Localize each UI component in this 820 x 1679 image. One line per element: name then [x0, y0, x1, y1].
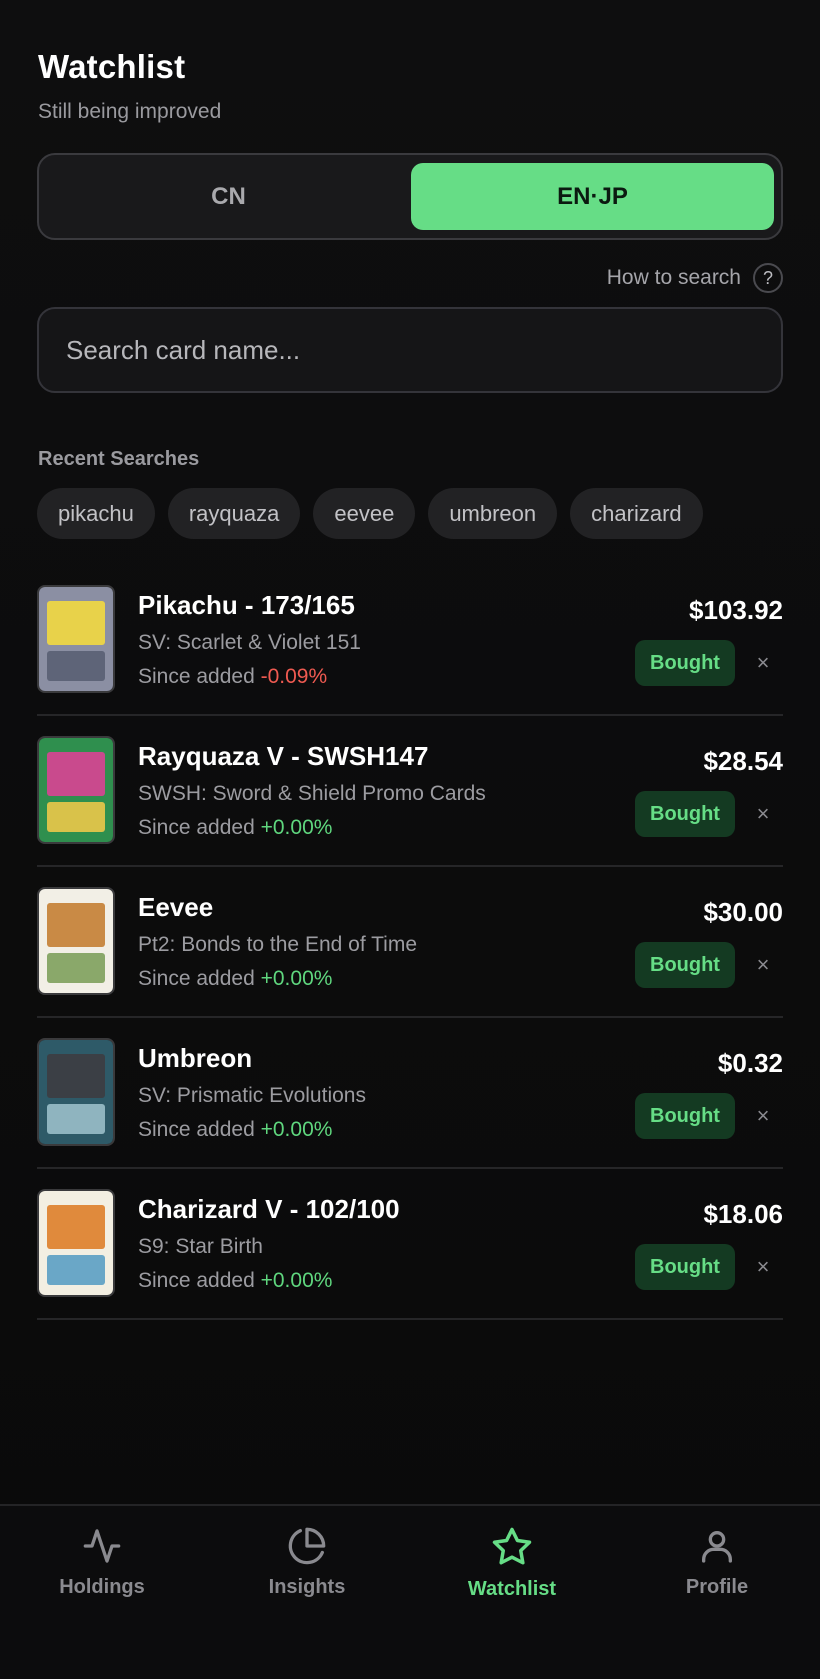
card-price: $28.54 [703, 746, 783, 776]
watchlist: Pikachu - 173/165 SV: Scarlet & Violet 1… [37, 565, 783, 1320]
watchlist-item[interactable]: Pikachu - 173/165 SV: Scarlet & Violet 1… [37, 565, 783, 716]
card-name: Pikachu - 173/165 [138, 590, 355, 620]
search-box [37, 307, 783, 393]
card-name: Umbreon [138, 1043, 253, 1073]
bought-button[interactable]: Bought [635, 1093, 735, 1139]
card-name: Charizard V - 102/100 [138, 1194, 400, 1224]
card-thumbnail [37, 585, 115, 693]
activity-icon [83, 1529, 121, 1563]
close-icon[interactable]: × [751, 1099, 775, 1133]
region-toggle: CN EN·JP [37, 153, 783, 240]
bought-button[interactable]: Bought [635, 640, 735, 686]
since-added-label: Since added [138, 1118, 255, 1141]
card-price: $30.00 [703, 897, 783, 927]
watchlist-item[interactable]: Umbreon SV: Prismatic Evolutions Since a… [37, 1018, 783, 1169]
close-icon[interactable]: × [751, 948, 775, 982]
recent-search-chip[interactable]: pikachu [37, 488, 155, 539]
question-icon: ? [753, 263, 783, 293]
how-to-search-link[interactable]: How to search ? [607, 263, 783, 293]
pie-chart-icon [288, 1527, 326, 1565]
user-icon [702, 1531, 732, 1563]
recent-search-chip[interactable]: umbreon [428, 488, 558, 539]
tab-insights[interactable]: Insights [227, 1526, 387, 1599]
recent-search-chip[interactable]: rayquaza [167, 488, 301, 539]
price-change: -0.09% [260, 665, 328, 688]
close-icon[interactable]: × [751, 646, 775, 680]
card-set: S9: Star Birth [138, 1235, 263, 1258]
page-subtitle: Still being improved [38, 100, 222, 123]
since-added-label: Since added [138, 816, 255, 839]
close-icon[interactable]: × [751, 797, 775, 831]
tab-holdings[interactable]: Holdings [22, 1526, 182, 1599]
bought-button[interactable]: Bought [635, 791, 735, 837]
card-name: Rayquaza V - SWSH147 [138, 741, 429, 771]
card-price: $0.32 [717, 1048, 783, 1078]
recent-search-chip[interactable]: charizard [570, 488, 703, 539]
tab-profile[interactable]: Profile [637, 1526, 797, 1599]
page-title: Watchlist [38, 48, 186, 85]
watchlist-item[interactable]: Rayquaza V - SWSH147 SWSH: Sword & Shiel… [37, 716, 783, 867]
since-added: Since added +0.00% [138, 816, 332, 840]
how-to-search-label: How to search [606, 266, 741, 289]
price-change: +0.00% [260, 816, 333, 839]
watchlist-item[interactable]: Eevee Pt2: Bonds to the End of Time Sinc… [37, 867, 783, 1018]
bottom-tab-bar: Holdings Insights Watchlist Profile [0, 1504, 820, 1679]
since-added-label: Since added [138, 1269, 255, 1292]
region-option-cn[interactable]: CN [47, 163, 410, 230]
card-price: $18.06 [703, 1199, 783, 1229]
card-name: Eevee [138, 892, 214, 922]
tab-label: Insights [268, 1576, 346, 1598]
price-change: +0.00% [260, 1118, 333, 1141]
watchlist-item[interactable]: Charizard V - 102/100 S9: Star Birth Sin… [37, 1169, 783, 1320]
recent-searches-title: Recent Searches [38, 448, 200, 470]
card-thumbnail [37, 1038, 115, 1146]
price-change: +0.00% [260, 1269, 333, 1292]
watchlist-screen: Watchlist Still being improved CN EN·JP … [0, 0, 820, 1679]
search-input[interactable] [66, 334, 746, 366]
tab-label: Holdings [59, 1576, 145, 1598]
card-set: SV: Scarlet & Violet 151 [138, 631, 361, 654]
recent-search-chip[interactable]: eevee [313, 488, 416, 539]
since-added: Since added +0.00% [138, 1269, 332, 1293]
tab-watchlist[interactable]: Watchlist [432, 1526, 592, 1601]
since-added: Since added -0.09% [138, 665, 327, 689]
region-option-enjp[interactable]: EN·JP [411, 163, 774, 230]
card-set: SV: Prismatic Evolutions [138, 1084, 366, 1107]
recent-searches: pikachu rayquaza eevee umbreon charizard [37, 488, 703, 539]
since-added-label: Since added [138, 967, 255, 990]
card-set: Pt2: Bonds to the End of Time [138, 933, 417, 956]
card-thumbnail [37, 887, 115, 995]
card-thumbnail [37, 1189, 115, 1297]
tab-label: Profile [685, 1576, 749, 1598]
star-icon [492, 1527, 532, 1565]
tab-label: Watchlist [467, 1578, 557, 1600]
card-set: SWSH: Sword & Shield Promo Cards [138, 782, 486, 805]
bought-button[interactable]: Bought [635, 942, 735, 988]
card-price: $103.92 [689, 595, 783, 625]
card-thumbnail [37, 736, 115, 844]
price-change: +0.00% [260, 967, 333, 990]
close-icon[interactable]: × [751, 1250, 775, 1284]
since-added: Since added +0.00% [138, 967, 332, 991]
bought-button[interactable]: Bought [635, 1244, 735, 1290]
since-added: Since added +0.00% [138, 1118, 332, 1142]
since-added-label: Since added [138, 665, 255, 688]
